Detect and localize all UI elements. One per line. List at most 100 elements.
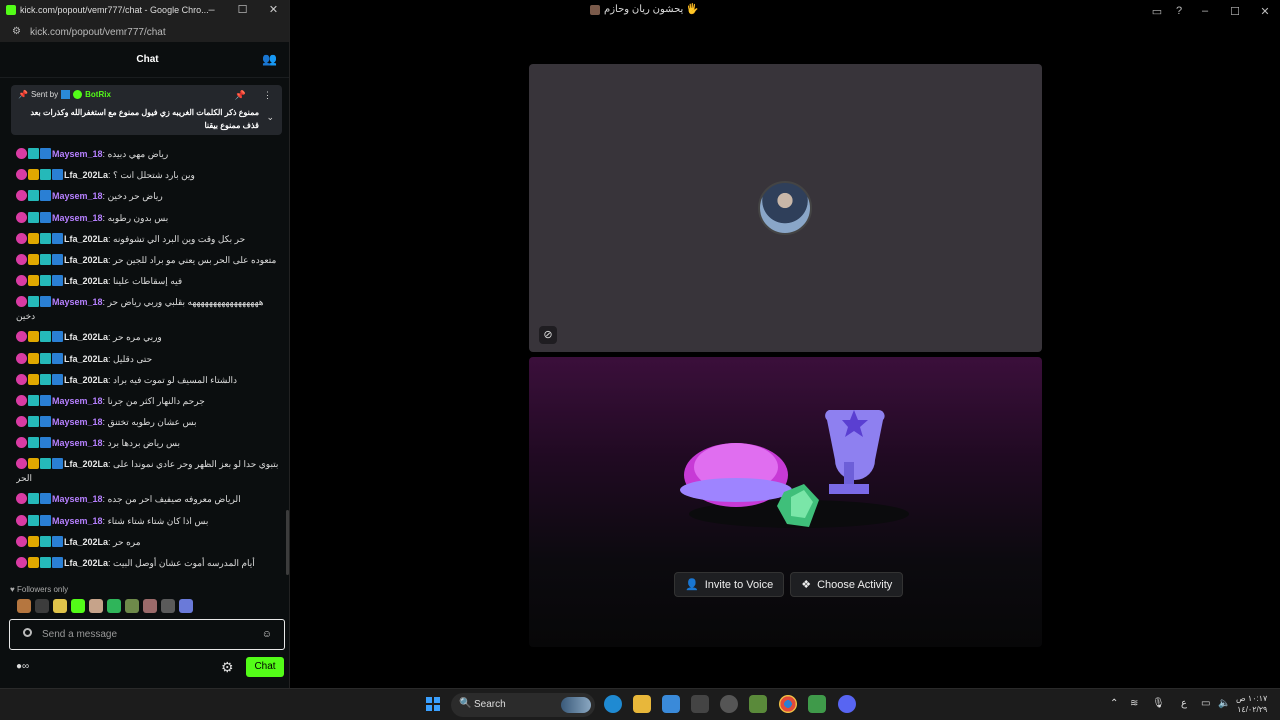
- chrome-icon[interactable]: [779, 695, 797, 713]
- emote-3-icon[interactable]: [53, 599, 67, 613]
- taskbar-search[interactable]: 🔍 Search: [451, 693, 595, 717]
- emote-8-icon[interactable]: [143, 599, 157, 613]
- maximize-button[interactable]: ☐: [1220, 5, 1250, 18]
- apps-icon: ❖: [801, 579, 812, 591]
- chat-message[interactable]: Maysem_18: بس عشان رطوبه تختنق: [16, 415, 284, 436]
- discord-icon[interactable]: [838, 695, 856, 713]
- address-bar[interactable]: ⚙ kick.com/popout/vemr777/chat: [0, 22, 289, 42]
- chat-message[interactable]: Maysem_18: رياض مهي دبيده: [16, 147, 284, 168]
- chat-username[interactable]: Maysem_18: [52, 417, 103, 427]
- chat-username[interactable]: Lfa_202La: [64, 537, 108, 547]
- chat-text: بس بدون رطوبه: [107, 212, 169, 223]
- inbox-icon[interactable]: ▭: [1146, 5, 1168, 18]
- emote-9-icon[interactable]: [161, 599, 175, 613]
- store-icon[interactable]: [662, 695, 680, 713]
- chat-username[interactable]: Lfa_202La: [64, 375, 108, 385]
- chat-message[interactable]: Lfa_202La: وربي مره حر: [16, 330, 284, 351]
- chat-message[interactable]: Maysem_18: بس اذا كان شتاء شتاء شتاء: [16, 514, 284, 535]
- chat-message[interactable]: Maysem_18: الرياض معروفه صيفيف احر من جد…: [16, 492, 284, 513]
- chat-message[interactable]: Lfa_202La: دالشتاء المسيف لو تموت فيه بر…: [16, 373, 284, 394]
- steam-icon[interactable]: [720, 695, 738, 713]
- chat-message[interactable]: Maysem_18: جرحم دالنهار اكثر من جرنا: [16, 394, 284, 415]
- chevron-down-icon[interactable]: ⌄: [266, 112, 274, 123]
- chat-username[interactable]: Lfa_202La: [64, 255, 108, 265]
- choose-activity-button[interactable]: ❖ Choose Activity: [790, 572, 904, 597]
- chat-username[interactable]: Maysem_18: [52, 494, 103, 504]
- emote-5-icon[interactable]: [89, 599, 103, 613]
- chat-message[interactable]: Lfa_202La: حتى دقليل: [16, 352, 284, 373]
- file-explorer-icon[interactable]: [633, 695, 651, 713]
- message-input[interactable]: Send a message ☺: [9, 619, 285, 650]
- chat-identity-icon[interactable]: [23, 628, 32, 637]
- crown-badge-icon: [28, 253, 39, 265]
- chat-username[interactable]: Maysem_18: [52, 149, 103, 159]
- chat-scrollbar[interactable]: [286, 510, 289, 575]
- game-icon[interactable]: [808, 695, 826, 713]
- chat-username[interactable]: Maysem_18: [52, 297, 103, 307]
- users-icon[interactable]: 👥: [262, 52, 277, 66]
- chat-message[interactable]: Lfa_202La: فيه إسقاطات علينا: [16, 274, 284, 295]
- chat-username[interactable]: Lfa_202La: [64, 558, 108, 568]
- chat-username[interactable]: Maysem_18: [52, 213, 103, 223]
- emoji-icon[interactable]: ☺: [262, 629, 272, 640]
- mic-icon[interactable]: 🎙: [1152, 698, 1165, 709]
- nvidia-icon[interactable]: [749, 695, 767, 713]
- settings-icon[interactable]: ⚙: [221, 659, 234, 676]
- app-icon[interactable]: [691, 695, 709, 713]
- chat-message[interactable]: Lfa_202La: حر بكل وقت وين البرد الي تشوف…: [16, 232, 284, 253]
- emote-2-icon[interactable]: [35, 599, 49, 613]
- emote-4-icon[interactable]: [71, 599, 85, 613]
- chat-message[interactable]: Lfa_202La: مره حر: [16, 535, 284, 556]
- chrome-minimize-button[interactable]: –: [196, 0, 227, 20]
- invite-to-voice-button[interactable]: 👤 Invite to Voice: [674, 572, 785, 597]
- heart-icon: ♥: [10, 585, 15, 594]
- crown-badge-icon: [28, 275, 39, 287]
- help-icon[interactable]: ?: [1168, 5, 1190, 17]
- pinned-message[interactable]: 📌 Sent by BotRix 📌 ⋮ ⌄ ممنوع ذكر الكلمات…: [11, 85, 282, 135]
- chat-message[interactable]: Maysem_18: هههههههههههههههههه بقلبي وربي…: [16, 295, 284, 330]
- network-icon[interactable]: ▭: [1201, 698, 1210, 709]
- show-hidden-icons-icon[interactable]: ⌃: [1110, 698, 1118, 709]
- chat-username[interactable]: Lfa_202La: [64, 354, 108, 364]
- chat-message[interactable]: Maysem_18: رياض حر دخين: [16, 189, 284, 210]
- chat-message[interactable]: Maysem_18: بس رياض بردها برد: [16, 436, 284, 457]
- chat-message[interactable]: Lfa_202La: وين بارد شتحلل انت ؟: [16, 168, 284, 189]
- edge-icon[interactable]: [604, 695, 622, 713]
- more-options-icon[interactable]: ⋮: [263, 90, 272, 101]
- cube-badge-icon: [40, 514, 51, 526]
- chat-username[interactable]: Lfa_202La: [64, 459, 108, 469]
- chrome-close-button[interactable]: ✕: [258, 0, 289, 20]
- send-chat-button[interactable]: Chat: [246, 657, 284, 677]
- unpin-icon[interactable]: 📌: [235, 90, 246, 101]
- language-indicator[interactable]: ع: [1181, 698, 1187, 709]
- subscriber-badge-icon: [16, 394, 27, 406]
- chat-username[interactable]: Maysem_18: [52, 438, 103, 448]
- site-settings-icon[interactable]: ⚙: [12, 26, 21, 37]
- chat-username[interactable]: Lfa_202La: [64, 234, 108, 244]
- volume-icon[interactable]: 🔈: [1218, 698, 1230, 709]
- chat-username[interactable]: Lfa_202La: [64, 332, 108, 342]
- chat-message[interactable]: Lfa_202La: متعوده على الحر بس يعني مو بر…: [16, 253, 284, 274]
- chat-username[interactable]: Maysem_18: [52, 516, 103, 526]
- chat-username[interactable]: Lfa_202La: [64, 170, 108, 180]
- minimize-button[interactable]: –: [1190, 5, 1220, 17]
- emote-6-icon[interactable]: [107, 599, 121, 613]
- chat-message[interactable]: Lfa_202La: أيام المدرسه أموت عشان أوصل ا…: [16, 556, 284, 577]
- clock[interactable]: ١٠:١٧ ص ١٤/٠٢/٢٩: [1236, 693, 1267, 715]
- emote-1-icon[interactable]: [17, 599, 31, 613]
- close-button[interactable]: ✕: [1250, 5, 1280, 18]
- user-video-tile[interactable]: ⊘: [529, 64, 1042, 352]
- chat-message[interactable]: Lfa_202La: بتبوي حدا لو بعز الظهر وحر عا…: [16, 457, 284, 492]
- wifi-icon[interactable]: ≋: [1130, 698, 1138, 709]
- emote-10-icon[interactable]: [179, 599, 193, 613]
- chat-username[interactable]: Lfa_202La: [64, 276, 108, 286]
- chrome-maximize-button[interactable]: ☐: [227, 0, 258, 20]
- subscriber-badge-icon: [16, 275, 27, 287]
- kick-points-icon[interactable]: ●∞: [16, 661, 29, 672]
- chat-message[interactable]: Maysem_18: بس بدون رطوبه: [16, 211, 284, 232]
- emote-7-icon[interactable]: [125, 599, 139, 613]
- chat-username[interactable]: Maysem_18: [52, 191, 103, 201]
- chat-username[interactable]: Maysem_18: [52, 396, 103, 406]
- windows-start-icon[interactable]: [426, 697, 440, 711]
- main-title-text: يحشون ريان وحازم 🖐️: [604, 4, 699, 15]
